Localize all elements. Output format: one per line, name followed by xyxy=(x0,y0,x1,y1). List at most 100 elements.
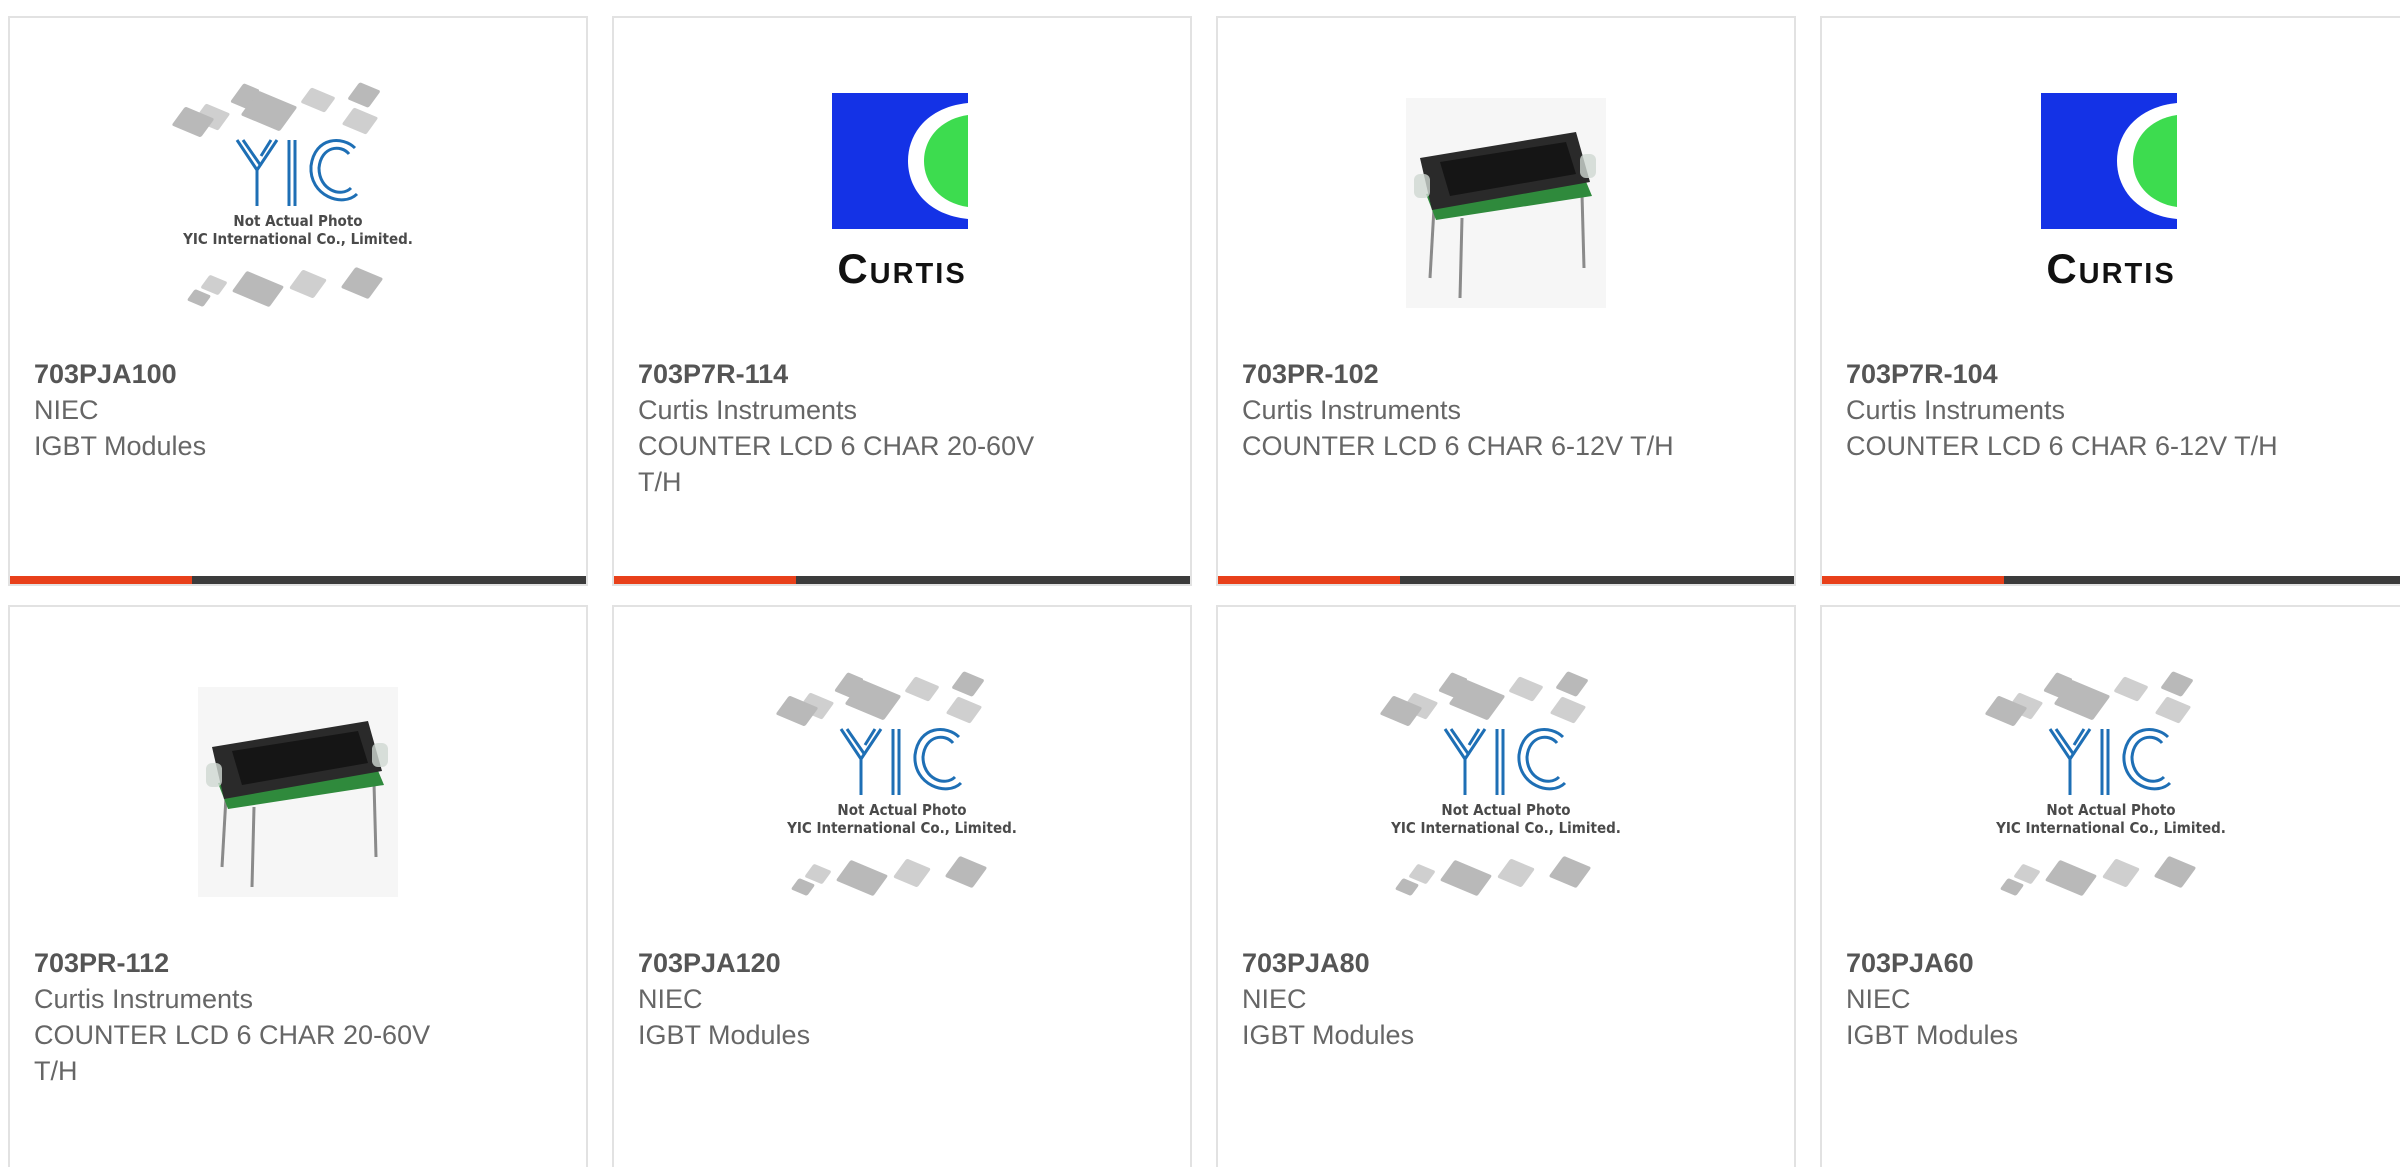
not-actual-photo-note: Not Actual Photo YIC International Co., L… xyxy=(1966,801,2256,837)
yic-logo-icon xyxy=(1443,728,1567,795)
chip-graphic xyxy=(1508,676,1544,702)
product-thumbnail[interactable]: Not Actual Photo YIC International Co., L… xyxy=(1822,667,2400,917)
chip-graphic xyxy=(2154,696,2192,724)
description: IGBT Modules xyxy=(1846,1020,2019,1050)
card-accent-bar xyxy=(10,576,192,584)
product-thumbnail[interactable]: Not Actual Photo YIC International Co., L… xyxy=(1218,667,1794,917)
product-card[interactable]: 703PR-102 Curtis Instruments COUNTER LCD… xyxy=(1216,16,1796,586)
note-line-2: YIC International Co., Limited. xyxy=(1996,819,2226,837)
product-thumbnail[interactable]: Not Actual Photo YIC International Co., L… xyxy=(614,667,1190,917)
placeholder-image: Not Actual Photo YIC International Co., L… xyxy=(1361,667,1651,917)
chip-graphic xyxy=(951,671,985,697)
placeholder-image: Not Actual Photo YIC International Co., L… xyxy=(757,667,1047,917)
part-number[interactable]: 703PR-112 xyxy=(34,945,562,981)
manufacturer: Curtis Instruments xyxy=(1846,395,2066,425)
product-card[interactable]: Not Actual Photo YIC International Co., L… xyxy=(8,16,588,586)
curtis-mark-icon xyxy=(2041,93,2177,229)
not-actual-photo-note: Not Actual Photo YIC International Co., L… xyxy=(153,212,443,248)
curtis-logo: Curtis xyxy=(797,93,1007,313)
chip-graphic xyxy=(944,855,988,889)
product-card[interactable]: Curtis 703P7R-104 Curtis Instruments COU… xyxy=(1820,16,2400,586)
lcd-counter-icon xyxy=(1414,132,1596,299)
chip-graphic xyxy=(231,270,285,308)
manufacturer: NIEC xyxy=(34,395,99,425)
product-thumbnail[interactable]: Not Actual Photo YIC International Co., L… xyxy=(10,78,586,328)
chip-graphic xyxy=(341,107,379,135)
chip-graphic xyxy=(1394,877,1420,897)
description: COUNTER LCD 6 CHAR 6-12V T/H xyxy=(1242,431,1674,461)
curtis-mark-icon xyxy=(832,93,968,229)
yic-logo-icon xyxy=(235,139,359,206)
product-grid: Not Actual Photo YIC International Co., L… xyxy=(0,0,2400,1167)
manufacturer: NIEC xyxy=(638,984,703,1014)
product-info: 703PJA120 NIEC IGBT Modules xyxy=(638,945,1166,1053)
curtis-wordmark: Curtis xyxy=(837,245,967,292)
card-footer-bar xyxy=(614,576,1190,584)
part-number[interactable]: 703PR-102 xyxy=(1242,356,1770,392)
part-number[interactable]: 703PJA120 xyxy=(638,945,1166,981)
lcd-module-image xyxy=(1406,98,1606,308)
curtis-logo: Curtis xyxy=(2006,93,2216,313)
chip-graphic xyxy=(892,858,932,888)
product-thumbnail[interactable]: Curtis xyxy=(1822,78,2400,328)
manufacturer: Curtis Instruments xyxy=(1242,395,1462,425)
product-info: 703PR-112 Curtis Instruments COUNTER LCD… xyxy=(34,945,562,1089)
product-info: 703PJA80 NIEC IGBT Modules xyxy=(1242,945,1770,1053)
product-card[interactable]: 703PR-112 Curtis Instruments COUNTER LCD… xyxy=(8,605,588,1167)
card-accent-bar xyxy=(1822,576,2004,584)
chip-graphic xyxy=(1439,859,1493,897)
card-footer-bar xyxy=(10,576,586,584)
lcd-counter-icon xyxy=(206,721,388,888)
note-line-2: YIC International Co., Limited. xyxy=(1391,819,1621,837)
chip-graphic xyxy=(1548,855,1592,889)
product-thumbnail[interactable] xyxy=(1218,78,1794,328)
card-accent-bar xyxy=(614,576,796,584)
product-card[interactable]: Not Actual Photo YIC International Co., L… xyxy=(1820,605,2400,1167)
product-thumbnail[interactable]: Curtis xyxy=(614,78,1190,328)
card-footer-bar xyxy=(1218,576,1794,584)
chip-graphic xyxy=(186,288,212,308)
part-number[interactable]: 703PJA80 xyxy=(1242,945,1770,981)
description: IGBT Modules xyxy=(1242,1020,1415,1050)
yic-logo-icon xyxy=(839,728,963,795)
chip-graphic xyxy=(2044,859,2098,897)
note-line-2: YIC International Co., Limited. xyxy=(183,230,413,248)
description: IGBT Modules xyxy=(34,431,207,461)
part-number[interactable]: 703PJA100 xyxy=(34,356,562,392)
product-info: 703PR-102 Curtis Instruments COUNTER LCD… xyxy=(1242,356,1770,464)
description: COUNTER LCD 6 CHAR 20-60V T/H xyxy=(34,1020,431,1086)
note-line-1: Not Actual Photo xyxy=(837,801,967,819)
chip-graphic xyxy=(2101,858,2141,888)
chip-graphic xyxy=(1999,877,2025,897)
chip-graphic xyxy=(2160,671,2194,697)
card-accent-bar xyxy=(1218,576,1400,584)
chip-graphic xyxy=(835,859,889,897)
curtis-wordmark: Curtis xyxy=(2046,245,2176,292)
product-info: 703PJA60 NIEC IGBT Modules xyxy=(1846,945,2376,1053)
chip-graphic xyxy=(945,696,983,724)
part-number[interactable]: 703P7R-114 xyxy=(638,356,1166,392)
chip-graphic xyxy=(347,82,381,108)
chip-graphic xyxy=(340,266,384,300)
chip-graphic xyxy=(904,676,940,702)
description: COUNTER LCD 6 CHAR 20-60V T/H xyxy=(638,431,1035,497)
product-card[interactable]: Not Actual Photo YIC International Co., L… xyxy=(1216,605,1796,1167)
not-actual-photo-note: Not Actual Photo YIC International Co., L… xyxy=(757,801,1047,837)
lcd-module-image xyxy=(198,687,398,897)
product-info: 703PJA100 NIEC IGBT Modules xyxy=(34,356,562,464)
chip-graphic xyxy=(1555,671,1589,697)
manufacturer: NIEC xyxy=(1242,984,1307,1014)
product-thumbnail[interactable] xyxy=(10,667,586,917)
note-line-2: YIC International Co., Limited. xyxy=(787,819,1017,837)
part-number[interactable]: 703P7R-104 xyxy=(1846,356,2376,392)
yic-logo-icon xyxy=(2048,728,2172,795)
chip-graphic xyxy=(790,877,816,897)
manufacturer: Curtis Instruments xyxy=(638,395,858,425)
part-number[interactable]: 703PJA60 xyxy=(1846,945,2376,981)
note-line-1: Not Actual Photo xyxy=(233,212,363,230)
card-footer-bar xyxy=(1822,576,2400,584)
product-card[interactable]: Curtis 703P7R-114 Curtis Instruments COU… xyxy=(612,16,1192,586)
chip-graphic xyxy=(300,87,336,113)
product-card[interactable]: Not Actual Photo YIC International Co., L… xyxy=(612,605,1192,1167)
description: IGBT Modules xyxy=(638,1020,811,1050)
